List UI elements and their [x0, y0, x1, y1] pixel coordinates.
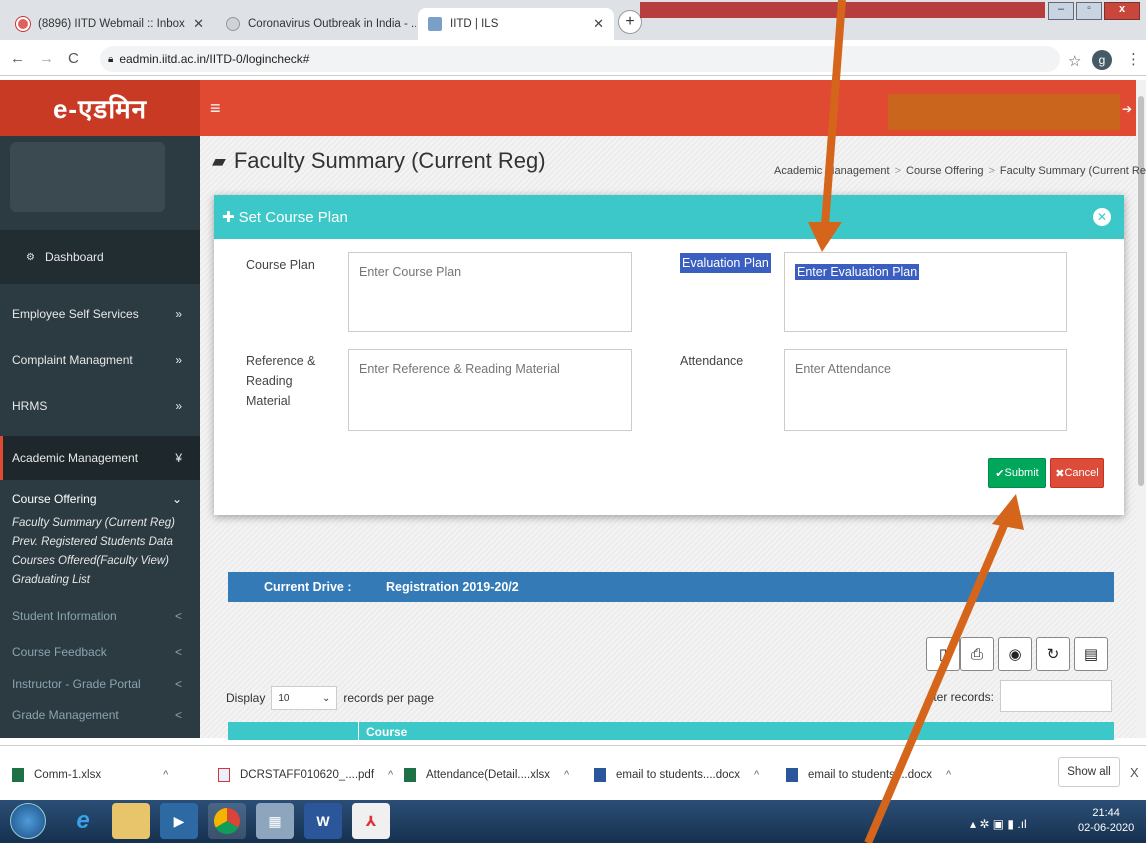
arrowhead-icon — [808, 222, 842, 252]
arrowhead-icon — [992, 494, 1024, 530]
annotation-arrow-up — [864, 514, 1012, 843]
annotation-arrows — [808, 0, 1024, 843]
annotation-arrow-down — [821, 0, 846, 226]
